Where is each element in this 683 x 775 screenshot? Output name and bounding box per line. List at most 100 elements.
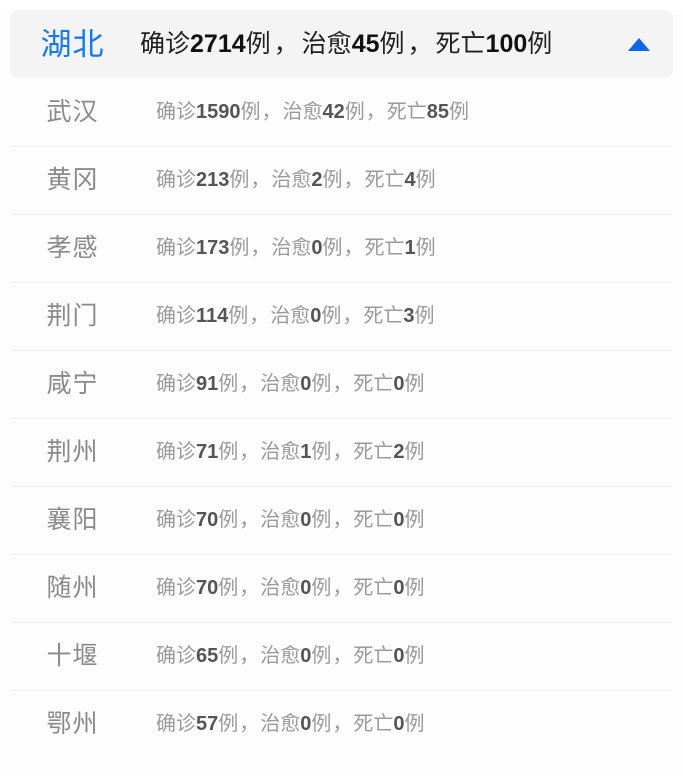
city-cured-unit: 例 <box>322 237 343 259</box>
triangle-up-icon[interactable] <box>613 37 673 51</box>
city-confirmed-unit: 例 <box>218 713 239 735</box>
city-cured-unit: 例 <box>311 509 332 531</box>
city-separator-1: ， <box>249 305 270 327</box>
city-deaths-label: 死亡 <box>353 645 394 667</box>
city-confirmed-label: 确诊 <box>156 305 196 327</box>
city-separator-1: ， <box>239 645 260 667</box>
city-separator-2: ， <box>332 645 353 667</box>
city-cured-unit: 例 <box>321 305 342 327</box>
city-separator-1: ， <box>250 169 271 191</box>
city-deaths-value: 0 <box>393 577 405 599</box>
city-name: 十堰 <box>46 641 99 670</box>
city-separator-1: ， <box>239 441 260 463</box>
city-confirmed-value: 1590 <box>196 101 241 123</box>
city-cured-label: 治愈 <box>260 441 301 463</box>
city-row[interactable]: 荆门 确诊114例，治愈0例，死亡3例 <box>0 282 683 350</box>
city-cured-label: 治愈 <box>260 509 301 531</box>
city-deaths-value: 2 <box>393 441 405 463</box>
city-cured-unit: 例 <box>311 645 332 667</box>
city-confirmed-value: 65 <box>196 645 219 667</box>
city-stats: 确诊1590例，治愈42例，死亡85例 <box>135 102 683 122</box>
city-confirmed-value: 114 <box>196 305 229 327</box>
city-separator-2: ， <box>343 237 364 259</box>
city-deaths-value: 0 <box>393 645 405 667</box>
city-name: 咸宁 <box>46 369 99 398</box>
city-deaths-value: 0 <box>393 373 405 395</box>
city-deaths-label: 死亡 <box>353 713 394 735</box>
city-row[interactable]: 武汉 确诊1590例，治愈42例，死亡85例 <box>0 78 683 146</box>
province-confirmed-label: 确诊 <box>140 29 191 58</box>
city-list: 武汉 确诊1590例，治愈42例，死亡85例 黄冈 确诊213例，治愈2例，死亡4例孝… <box>0 78 683 758</box>
city-row[interactable]: 十堰 确诊65例，治愈0例，死亡0例 <box>0 622 683 690</box>
city-deaths-label: 死亡 <box>363 305 404 327</box>
city-cured-value: 0 <box>311 237 323 259</box>
city-separator-1: ， <box>239 577 260 599</box>
city-confirmed-value: 91 <box>196 373 219 395</box>
epidemic-region-panel: 湖北 确诊2714例，治愈45例，死亡100例 武汉 确诊1590例，治愈42例，… <box>0 10 683 775</box>
city-deaths-label: 死亡 <box>386 101 427 123</box>
city-name: 荆门 <box>46 301 99 330</box>
city-deaths-label: 死亡 <box>364 237 405 259</box>
province-cured-label: 治愈 <box>301 29 352 58</box>
city-deaths-label: 死亡 <box>364 169 405 191</box>
city-deaths-value: 1 <box>404 237 416 259</box>
city-deaths-value: 3 <box>403 305 415 327</box>
city-confirmed-value: 70 <box>196 577 219 599</box>
city-confirmed-label: 确诊 <box>156 577 196 599</box>
city-confirmed-unit: 例 <box>218 441 239 463</box>
city-row[interactable]: 随州 确诊70例，治愈0例，死亡0例 <box>0 554 683 622</box>
province-cured-value: 45 <box>351 29 380 58</box>
city-row[interactable]: 咸宁 确诊91例，治愈0例，死亡0例 <box>0 350 683 418</box>
city-confirmed-unit: 例 <box>218 509 239 531</box>
city-confirmed-unit: 例 <box>218 645 239 667</box>
city-cured-unit: 例 <box>311 373 332 395</box>
province-stats: 确诊2714例，治愈45例，死亡100例 <box>135 29 613 58</box>
city-name: 黄冈 <box>46 165 99 194</box>
city-confirmed-label: 确诊 <box>156 441 196 463</box>
city-name: 鄂州 <box>46 709 99 738</box>
province-deaths-unit: 例 <box>527 29 553 58</box>
city-name: 孝感 <box>46 233 99 262</box>
city-deaths-unit: 例 <box>404 713 425 735</box>
city-cured-unit: 例 <box>311 441 332 463</box>
city-stats: 确诊91例，治愈0例，死亡0例 <box>135 374 683 394</box>
province-deaths-label: 死亡 <box>435 29 486 58</box>
city-row[interactable]: 鄂州 确诊57例，治愈0例，死亡0例 <box>0 690 683 758</box>
city-confirmed-value: 213 <box>196 169 230 191</box>
city-deaths-value: 4 <box>404 169 416 191</box>
city-confirmed-unit: 例 <box>228 305 249 327</box>
city-row[interactable]: 襄阳 确诊70例，治愈0例，死亡0例 <box>0 486 683 554</box>
city-confirmed-label: 确诊 <box>156 237 196 259</box>
city-cured-value: 42 <box>322 101 345 123</box>
city-row[interactable]: 荆州 确诊71例，治愈1例，死亡2例 <box>0 418 683 486</box>
province-cured-unit: 例 <box>379 29 405 58</box>
city-deaths-value: 85 <box>426 101 449 123</box>
city-deaths-unit: 例 <box>404 373 425 395</box>
city-confirmed-unit: 例 <box>229 169 250 191</box>
city-deaths-label: 死亡 <box>353 441 394 463</box>
province-summary-header[interactable]: 湖北 确诊2714例，治愈45例，死亡100例 <box>10 10 673 78</box>
city-deaths-unit: 例 <box>404 645 425 667</box>
city-cured-label: 治愈 <box>260 645 301 667</box>
city-deaths-unit: 例 <box>404 577 425 599</box>
city-cured-value: 1 <box>300 441 312 463</box>
city-separator-1: ， <box>239 373 260 395</box>
city-confirmed-label: 确诊 <box>156 101 196 123</box>
city-cured-value: 0 <box>300 577 312 599</box>
city-confirmed-unit: 例 <box>229 237 250 259</box>
city-confirmed-value: 71 <box>196 441 219 463</box>
city-cured-unit: 例 <box>311 713 332 735</box>
city-separator-2: ， <box>343 169 364 191</box>
city-confirmed-label: 确诊 <box>156 713 196 735</box>
city-deaths-label: 死亡 <box>353 509 394 531</box>
city-cured-value: 0 <box>300 373 312 395</box>
province-separator-2: ， <box>407 29 433 58</box>
city-cured-label: 治愈 <box>260 713 301 735</box>
city-row[interactable]: 孝感 确诊173例，治愈0例，死亡1例 <box>0 214 683 282</box>
city-cured-value: 0 <box>300 645 312 667</box>
city-confirmed-label: 确诊 <box>156 373 196 395</box>
province-confirmed-unit: 例 <box>245 29 271 58</box>
city-row[interactable]: 黄冈 确诊213例，治愈2例，死亡4例 <box>0 146 683 214</box>
city-stats: 确诊70例，治愈0例，死亡0例 <box>135 578 683 598</box>
province-separator-1: ， <box>273 29 299 58</box>
